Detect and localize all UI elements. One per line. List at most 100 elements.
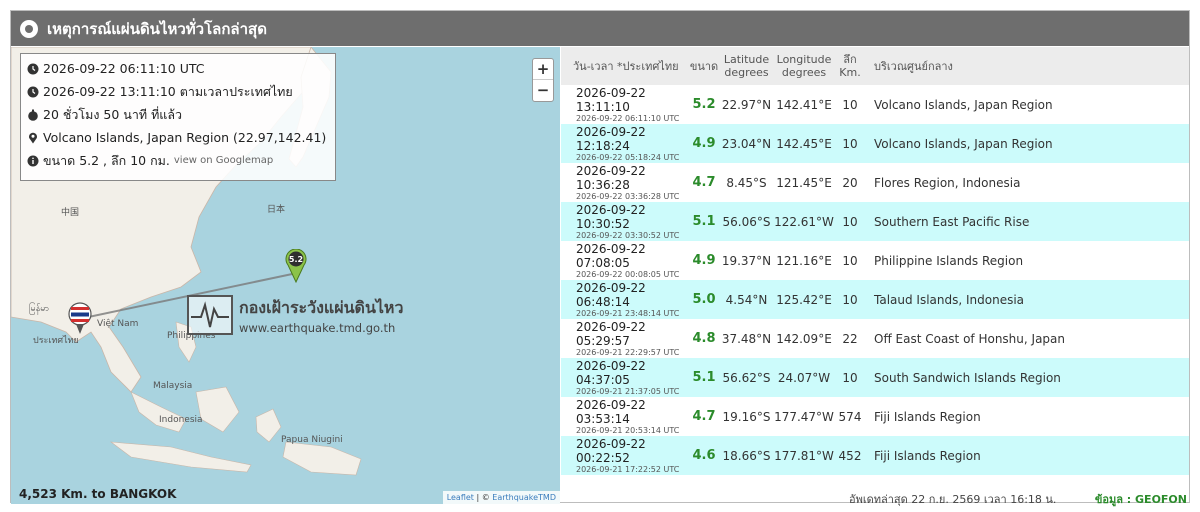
table-row[interactable]: 2026-09-22 00:22:52 2026-09-21 17:22:52 U… [561,436,1189,475]
info-icon [27,155,39,166]
cell-latitude: 56.06°S [722,214,771,229]
attribution-separator: | © [473,493,493,502]
cell-time-local: 2026-09-22 10:36:28 [576,164,646,192]
cell-depth: 10 [842,253,858,268]
cell-latitude: 56.62°S [722,370,771,385]
map-label-malaysia: Malaysia [153,381,193,391]
googlemap-link[interactable]: view on Googlemap [174,155,273,166]
table-row[interactable]: 2026-09-22 03:53:14 2026-09-21 20:53:14 U… [561,397,1189,436]
cell-time-utc: 2026-09-22 05:18:24 UTC [576,153,680,162]
cell-latitude: 19.16°S [722,409,771,424]
cell-depth: 22 [842,331,858,346]
cell-time-utc: 2026-09-21 20:53:14 UTC [576,426,680,435]
col-magnitude: ขนาด [689,59,719,73]
cell-latitude: 37.48°N [721,331,772,346]
cell-region: Fiji Islands Region [874,448,981,463]
info-mag-row: ขนาด 5.2 , ลึก 10 กม. view on Googlemap [27,149,329,172]
cell-longitude: 125.42°E [776,292,832,307]
cell-time-utc: 2026-09-22 06:11:10 UTC [576,114,680,123]
bangkok-flag-marker[interactable] [67,302,93,336]
cell-depth: 10 [842,370,858,385]
map-attribution: Leaflet | © EarthquakeTMD [442,491,560,504]
cell-region: Flores Region, Indonesia [874,175,1021,190]
data-source: ข้อมูล : GEOFON [1094,493,1187,506]
cell-longitude: 24.07°W [777,370,831,385]
cell-time-local: 2026-09-22 07:08:05 [576,242,646,270]
map-label-papua: Papua Niugini [281,435,343,445]
panel-header: เหตุการณ์แผ่นดินไหวทั่วโลกล่าสุด [11,11,1189,46]
cell-longitude: 142.41°E [776,97,832,112]
event-info-box: 2026-09-22 06:11:10 UTC 2026-09-22 13:11… [20,53,336,181]
table-row[interactable]: 2026-09-22 10:36:28 2026-09-22 03:36:28 U… [561,163,1189,202]
cell-time: 2026-09-22 05:29:57 2026-09-21 22:29:57 U… [561,320,689,357]
info-local-row: 2026-09-22 13:11:10 ตามเวลาประเทศไทย [27,80,329,103]
table-row[interactable]: 2026-09-22 07:08:05 2026-09-22 00:08:05 U… [561,241,1189,280]
clock-icon [27,63,39,74]
logo-url: www.earthquake.tmd.go.th [239,320,396,335]
zoom-in-button[interactable]: + [533,59,553,80]
table-header: วัน-เวลา *ประเทศไทย ขนาด Latitude degree… [561,47,1189,85]
info-location: Volcano Islands, Japan Region (22.97,142… [43,130,327,145]
table-row[interactable]: 2026-09-22 05:29:57 2026-09-21 22:29:57 U… [561,319,1189,358]
cell-depth: 10 [842,214,858,229]
map-label-vietnam: Việt Nam [97,319,139,329]
cell-time-local: 2026-09-22 04:37:05 [576,359,646,387]
cell-depth: 574 [838,409,862,424]
cell-time-local: 2026-09-22 05:29:57 [576,320,646,348]
seismograph-icon [187,295,233,335]
table-row[interactable]: 2026-09-22 06:48:14 2026-09-21 23:48:14 U… [561,280,1189,319]
cell-magnitude: 4.7 [692,409,716,424]
cell-depth: 10 [842,136,858,151]
table-row[interactable]: 2026-09-22 04:37:05 2026-09-21 21:37:05 U… [561,358,1189,397]
cell-longitude: 121.45°E [776,175,832,190]
info-location-row: Volcano Islands, Japan Region (22.97,142… [27,126,329,149]
cell-time-local: 2026-09-22 12:18:24 [576,125,646,153]
cell-time-utc: 2026-09-21 17:22:52 UTC [576,465,680,474]
tmd-logo: กองเฝ้าระวังแผ่นดินไหว www.earthquake.tm… [187,295,403,335]
panel-title: เหตุการณ์แผ่นดินไหวทั่วโลกล่าสุด [47,19,267,38]
table-row[interactable]: 2026-09-22 10:30:52 2026-09-22 03:30:52 U… [561,202,1189,241]
table-body: 2026-09-22 13:11:10 2026-09-22 06:11:10 U… [561,85,1189,475]
epicenter-marker[interactable]: 5.2 [285,249,307,283]
record-icon [20,19,38,38]
cell-magnitude: 5.1 [692,370,716,385]
cell-time-utc: 2026-09-21 23:48:14 UTC [576,309,680,318]
cell-time: 2026-09-22 12:18:24 2026-09-22 05:18:24 U… [561,125,689,162]
leaflet-link[interactable]: Leaflet [447,493,474,502]
earthquake-map[interactable]: 中国 日本 မြန်မာ ประเทศไทย Việt Nam Philippi… [11,47,560,504]
cell-time-local: 2026-09-22 00:22:52 [576,437,646,465]
map-label-indonesia: Indonesia [159,415,203,425]
cell-region: Talaud Islands, Indonesia [874,292,1025,307]
earthquaketmd-link[interactable]: EarthquakeTMD [492,493,556,502]
cell-longitude: 142.09°E [776,331,832,346]
cell-latitude: 19.37°N [721,253,772,268]
info-local: 2026-09-22 13:11:10 ตามเวลาประเทศไทย [43,83,293,99]
table-row[interactable]: 2026-09-22 12:18:24 2026-09-22 05:18:24 U… [561,124,1189,163]
cell-magnitude: 4.6 [692,448,716,463]
cell-time-local: 2026-09-22 10:30:52 [576,203,646,231]
table-row[interactable]: 2026-09-22 13:11:10 2026-09-22 06:11:10 U… [561,85,1189,124]
cell-time: 2026-09-22 06:48:14 2026-09-21 23:48:14 U… [561,281,689,318]
cell-time-local: 2026-09-22 06:48:14 [576,281,646,309]
info-ago: 20 ชั่วโมง 50 นาที ที่แล้ว [43,106,183,122]
cell-magnitude: 4.8 [692,331,716,346]
cell-magnitude: 4.7 [692,175,716,190]
cell-magnitude: 4.9 [692,136,716,151]
cell-latitude: 22.97°N [721,97,772,112]
info-ago-row: 20 ชั่วโมง 50 นาที ที่แล้ว [27,103,329,126]
col-latitude: Latitude degrees [723,53,770,79]
cell-depth: 10 [842,292,858,307]
cell-region: Southern East Pacific Rise [874,214,1030,229]
cell-longitude: 177.47°W [774,409,834,424]
earthquake-table: วัน-เวลา *ประเทศไทย ขนาด Latitude degree… [561,47,1189,506]
cell-time-local: 2026-09-22 03:53:14 [576,398,646,426]
zoom-out-button[interactable]: − [533,80,553,101]
cell-region: Volcano Islands, Japan Region [874,97,1053,112]
cell-longitude: 121.16°E [776,253,832,268]
cell-longitude: 142.45°E [776,136,832,151]
col-depth: ลึก Km. [839,53,861,79]
cell-time: 2026-09-22 07:08:05 2026-09-22 00:08:05 U… [561,242,689,279]
map-label-myanmar: မြန်မာ [29,304,50,314]
cell-time: 2026-09-22 13:11:10 2026-09-22 06:11:10 U… [561,86,689,123]
distance-to-bangkok: 4,523 Km. to BANGKOK [19,487,177,501]
